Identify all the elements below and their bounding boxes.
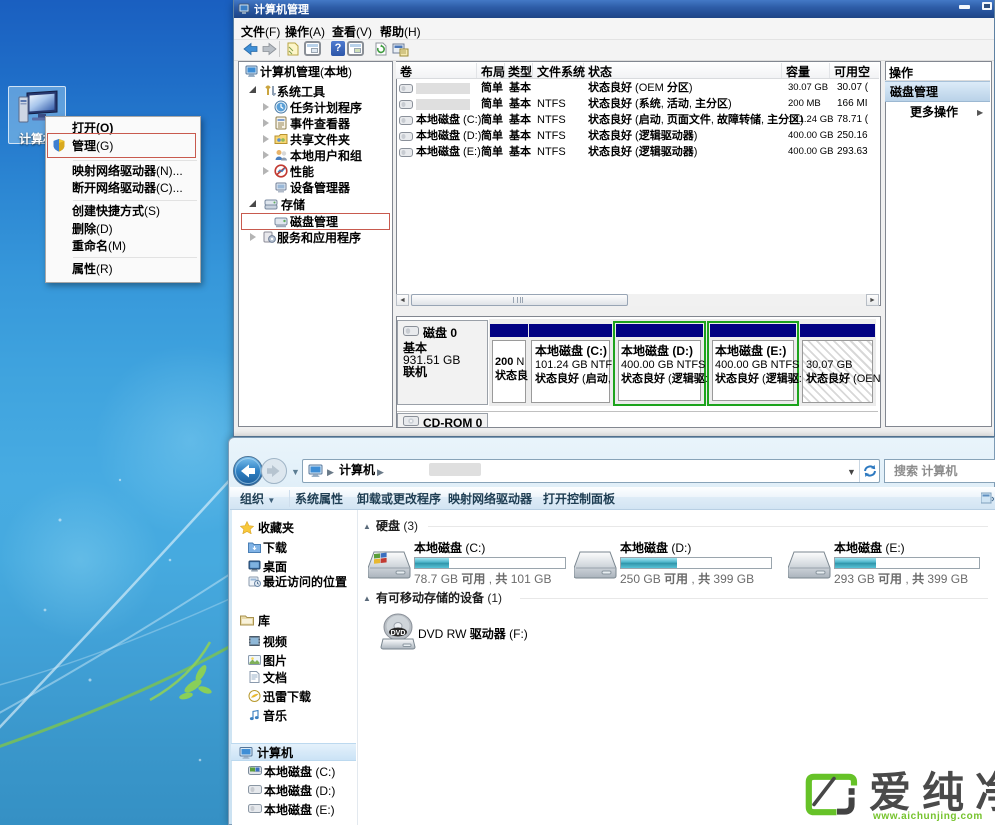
svg-text:爱纯净: 爱纯净 [869, 769, 995, 816]
svg-text:DVD: DVD [391, 630, 406, 637]
svg-text:www.aichunjing.com: www.aichunjing.com [872, 811, 983, 822]
